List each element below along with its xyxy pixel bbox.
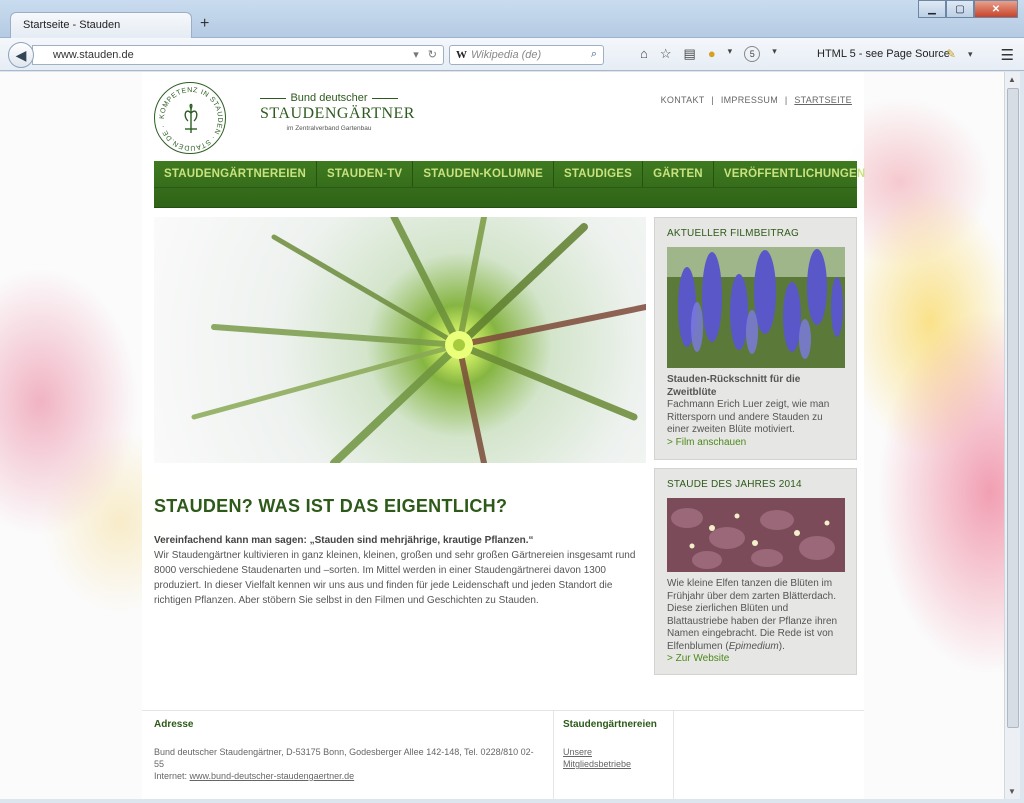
vertical-scrollbar[interactable]: ▲ ▼ [1004,72,1020,799]
nav-item-veroeffentlichungen[interactable]: VERÖFFENTLICHUNGEN [714,161,876,187]
search-bar[interactable]: W Wikipedia (de) ⌕ [449,45,604,65]
intro-text: Vereinfachend kann man sagen: „Stauden s… [154,533,648,608]
scroll-up-icon[interactable]: ▲ [1008,75,1016,84]
film-box: AKTUELLER FILMBEITRAG Stauden-Rückschnit… [654,217,857,460]
plant-description: Wie kleine Elfen tanzen die Blüten im Fr… [667,578,838,652]
dropdown-arrow-icon[interactable]: ▾ [413,49,419,61]
back-arrow-icon: ◀ [15,46,27,63]
page-viewport: KOMPETENZ IN STAUDEN · STAUDEN.DE · Bund… [0,72,1004,799]
contact-link[interactable]: KONTAKT [661,95,705,105]
back-button[interactable]: ◀ [8,42,34,68]
url-text: www.stauden.de [53,49,134,61]
close-window-button[interactable]: ✕ [974,0,1018,18]
browser-tab[interactable]: Startseite - Stauden [10,12,192,39]
tab-title: Startseite - Stauden [23,19,121,31]
dropdown-arrow-icon[interactable]: ▾ [728,46,733,62]
plant-box-title: STAUDE DES JAHRES 2014 [667,479,802,490]
film-description: Fachmann Erich Luer zeigt, wie man Ritte… [667,399,830,435]
wikipedia-icon: W [456,49,467,61]
page-heading: STAUDEN? WAS IST DAS EIGENTLICH? [154,496,508,516]
bookmarks-list-icon[interactable]: ▤ [684,46,696,62]
plant-of-year-box: STAUDE DES JAHRES 2014 Wie kleine Elfen … [654,468,857,675]
nav-item-staudiges[interactable]: STAUDIGES [554,161,644,187]
intro-body: Wir Staudengärtner kultivieren in ganz k… [154,550,636,606]
address-heading: Adresse [154,719,194,730]
dropdown-arrow-icon[interactable]: ▾ [968,49,973,60]
film-thumbnail[interactable] [667,247,845,368]
hamburger-menu-icon[interactable]: ☰ [1001,46,1014,64]
logo-seal[interactable]: KOMPETENZ IN STAUDEN · STAUDEN.DE · [154,82,226,154]
dropdown-arrow-icon[interactable]: ▾ [772,46,777,62]
new-tab-button[interactable]: + [200,15,209,33]
plant-website-link[interactable]: > Zur Website [667,653,844,664]
brand-main-text: STAUDENGÄRTNER [260,105,415,122]
reload-icon[interactable]: ↻ [428,49,437,61]
browser-navbar: www.stauden.de ▾ ↻ ◀ W Wikipedia (de) ⌕ ⌂… [0,38,1024,71]
minimize-button[interactable]: ▁ [918,0,946,18]
counter-badge[interactable]: 5 [744,46,761,62]
search-placeholder: Wikipedia (de) [471,49,542,61]
extension-icon[interactable]: ✎ [946,47,956,61]
bookmark-star-icon[interactable]: ☆ [660,46,672,62]
internet-link[interactable]: www.bund-deutscher-staudengaertner.de [190,771,355,781]
internet-label: Internet: [154,771,188,781]
brand-sub-text: im Zentralverband Gartenbau [286,125,372,132]
html5-button[interactable]: HTML 5 - see Page Source [817,48,950,60]
url-icons: ▾ ↻ [413,48,437,61]
home-icon[interactable]: ⌂ [640,46,648,62]
home-link[interactable]: STARTSEITE [794,95,852,105]
toolbar-icons: ⌂ ☆ ▤ ● ▾ 5 ▾ [640,46,777,62]
footer: Adresse Bund deutscher Staudengärtner, D… [142,710,864,799]
scroll-down-icon[interactable]: ▼ [1008,787,1016,796]
members-link[interactable]: Unsere Mitgliedsbetriebe [563,747,631,769]
nav-item-staudengaertnereien[interactable]: STAUDENGÄRTNEREIEN [154,161,318,187]
nav-item-gaerten[interactable]: GÄRTEN [643,161,714,187]
url-bar[interactable]: www.stauden.de ▾ ↻ [32,45,444,65]
intro-lead: Vereinfachend kann man sagen: „Stauden s… [154,535,534,546]
top-links: KONTAKT | IMPRESSUM | STARTSEITE [660,95,852,105]
plant-image[interactable] [667,498,845,572]
browser-titlebar: Startseite - Stauden + ▁ ▢ ✕ [0,0,1024,39]
hero-image [154,217,646,463]
search-icon[interactable]: ⌕ [591,48,597,61]
brand-top-text: Bund deutscher [290,92,368,104]
nurseries-heading: Staudengärtnereien [563,719,657,730]
plant-latin-name: Epimedium [728,640,779,652]
film-link[interactable]: > Film anschauen [667,437,844,448]
imprint-link[interactable]: IMPRESSUM [721,95,778,105]
film-headline: Stauden-Rückschnitt für die Zweitblüte [667,374,801,398]
footer-nurseries: Staudengärtnereien Unsere Mitgliedsbetri… [554,711,674,799]
main-navigation: STAUDENGÄRTNEREIEN STAUDEN-TV STAUDEN-KO… [154,161,865,208]
film-box-title: AKTUELLER FILMBEITRAG [667,228,800,239]
scroll-thumb[interactable] [1007,88,1019,728]
brand-logo[interactable]: Bund deutscher STAUDENGÄRTNER im Zentral… [260,92,415,132]
window-controls: ▁ ▢ ✕ [918,0,1018,18]
maximize-button[interactable]: ▢ [946,0,974,18]
nav-item-stauden-tv[interactable]: STAUDEN-TV [317,161,414,187]
address-line: Bund deutscher Staudengärtner, D-53175 B… [154,747,534,769]
page-container: KOMPETENZ IN STAUDEN · STAUDEN.DE · Bund… [142,72,865,799]
footer-address: Adresse Bund deutscher Staudengärtner, D… [142,711,554,799]
nav-item-stauden-kolumne[interactable]: STAUDEN-KOLUMNE [413,161,555,187]
addon-icon[interactable]: ● [708,46,716,62]
